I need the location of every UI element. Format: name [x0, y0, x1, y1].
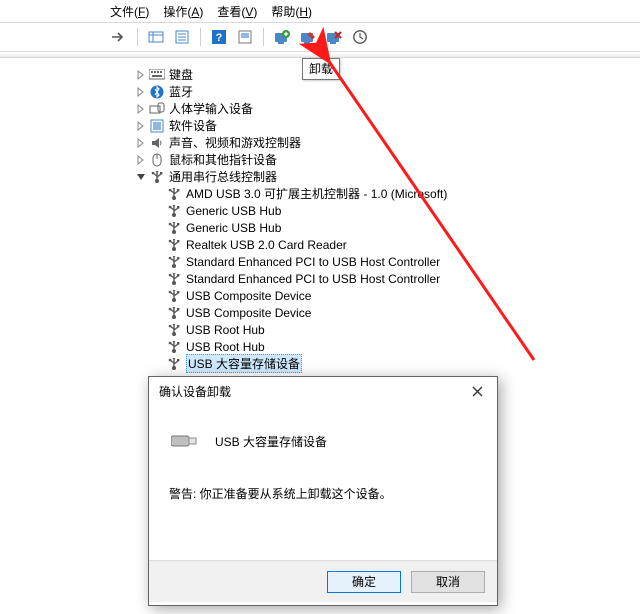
dialog-button-row: 确定 取消 — [149, 560, 497, 602]
usb-icon — [166, 271, 182, 287]
tree-item-usb-child[interactable]: Realtek USB 2.0 Card Reader — [0, 236, 640, 253]
usb-device-icon — [171, 431, 199, 451]
expand-icon[interactable] — [134, 119, 148, 133]
menu-action[interactable]: 操作(A) — [163, 3, 203, 20]
dialog-warning: 警告: 你正准备要从系统上卸载这个设备。 — [169, 485, 479, 502]
tree-item-usb-child[interactable]: USB Root Hub — [0, 338, 640, 355]
properties-icon[interactable] — [171, 26, 193, 48]
tree-item-bluetooth[interactable]: 蓝牙 — [0, 83, 640, 100]
usb-icon — [166, 339, 182, 355]
disable-device-icon[interactable] — [297, 26, 319, 48]
tree-item-hid[interactable]: 人体学输入设备 — [0, 100, 640, 117]
menu-help[interactable]: 帮助(H) — [271, 3, 312, 20]
tree-item-usb-child[interactable]: USB Composite Device — [0, 304, 640, 321]
tree-item-usb-child[interactable]: USB Composite Device — [0, 287, 640, 304]
uninstall-dialog: 确认设备卸载 USB 大容量存储设备 警告: 你正准备要从系统上卸载这个设备。 … — [148, 376, 498, 606]
tree-label: 声音、视频和游戏控制器 — [169, 134, 301, 151]
expand-icon[interactable] — [134, 136, 148, 150]
separator — [263, 28, 264, 46]
usb-icon — [166, 203, 182, 219]
tree-item-usb-child[interactable]: Standard Enhanced PCI to USB Host Contro… — [0, 270, 640, 287]
hid-icon — [149, 101, 165, 117]
tree-item-software[interactable]: 软件设备 — [0, 117, 640, 134]
expand-icon[interactable] — [134, 68, 148, 82]
usb-controller-icon — [149, 169, 165, 185]
dialog-device-name: USB 大容量存储设备 — [215, 433, 327, 450]
usb-icon — [166, 288, 182, 304]
software-icon — [149, 118, 165, 134]
tree-item-usb-child[interactable]: Generic USB Hub — [0, 219, 640, 236]
help-icon[interactable]: ? — [208, 26, 230, 48]
tree-label: 人体学输入设备 — [169, 100, 253, 117]
separator — [137, 28, 138, 46]
expand-icon[interactable] — [134, 102, 148, 116]
cancel-button[interactable]: 取消 — [411, 571, 485, 593]
tree-item-usb-controllers[interactable]: 通用串行总线控制器 — [0, 168, 640, 185]
tree-label: USB Composite Device — [186, 306, 311, 320]
scan-hardware-icon[interactable] — [349, 26, 371, 48]
tree-label: Realtek USB 2.0 Card Reader — [186, 238, 347, 252]
menubar: 文件(F) 操作(A) 查看(V) 帮助(H) — [0, 0, 640, 22]
tree-item-usb-child[interactable]: USB Root Hub — [0, 321, 640, 338]
toolbar: ? — [0, 22, 640, 52]
dialog-titlebar[interactable]: 确认设备卸载 — [149, 377, 497, 405]
menu-view[interactable]: 查看(V) — [217, 3, 257, 20]
usb-icon — [166, 305, 182, 321]
collapse-icon[interactable] — [134, 170, 148, 184]
speaker-icon — [149, 135, 165, 151]
uninstall-device-icon[interactable] — [323, 26, 345, 48]
tree-label: USB Composite Device — [186, 289, 311, 303]
usb-icon — [166, 220, 182, 236]
tree-item-keyboard[interactable]: 键盘 — [0, 66, 640, 83]
bluetooth-icon — [149, 84, 165, 100]
menu-file[interactable]: 文件(F) — [110, 3, 149, 20]
svg-text:?: ? — [216, 32, 223, 44]
tree-label: Standard Enhanced PCI to USB Host Contro… — [186, 255, 440, 269]
tree-label: Generic USB Hub — [186, 204, 281, 218]
tree-label: Standard Enhanced PCI to USB Host Contro… — [186, 272, 440, 286]
tree-label: 软件设备 — [169, 117, 217, 134]
usb-icon — [166, 254, 182, 270]
tree-item-usb-child[interactable]: Generic USB Hub — [0, 202, 640, 219]
tree-item-usb-child[interactable]: AMD USB 3.0 可扩展主机控制器 - 1.0 (Microsoft) — [0, 185, 640, 202]
device-icon[interactable] — [234, 26, 256, 48]
separator — [200, 28, 201, 46]
tree-label: Generic USB Hub — [186, 221, 281, 235]
keyboard-icon — [149, 67, 165, 83]
tree-label: USB 大容量存储设备 — [186, 354, 302, 373]
tree-label: AMD USB 3.0 可扩展主机控制器 - 1.0 (Microsoft) — [186, 185, 447, 202]
show-hidden-icon[interactable] — [145, 26, 167, 48]
tree-label: 蓝牙 — [169, 83, 193, 100]
tree-label: 通用串行总线控制器 — [169, 168, 277, 185]
mouse-icon — [149, 152, 165, 168]
tree-label: 鼠标和其他指针设备 — [169, 151, 277, 168]
close-icon[interactable] — [463, 381, 491, 401]
tree-item-mouse[interactable]: 鼠标和其他指针设备 — [0, 151, 640, 168]
usb-icon — [166, 356, 182, 372]
tree-label: USB Root Hub — [186, 340, 265, 354]
expand-icon[interactable] — [134, 85, 148, 99]
expand-icon[interactable] — [134, 153, 148, 167]
usb-icon — [166, 322, 182, 338]
ok-button[interactable]: 确定 — [327, 571, 401, 593]
update-driver-icon[interactable] — [271, 26, 293, 48]
forward-icon[interactable] — [108, 26, 130, 48]
tree-item-usb-child[interactable]: Standard Enhanced PCI to USB Host Contro… — [0, 253, 640, 270]
tree-label: USB Root Hub — [186, 323, 265, 337]
tree-item-sound[interactable]: 声音、视频和游戏控制器 — [0, 134, 640, 151]
dialog-body: USB 大容量存储设备 警告: 你正准备要从系统上卸载这个设备。 — [149, 405, 497, 502]
usb-icon — [166, 237, 182, 253]
tree-label: 键盘 — [169, 66, 193, 83]
dialog-title: 确认设备卸载 — [159, 383, 231, 400]
usb-icon — [166, 186, 182, 202]
tree-item-usb-child[interactable]: USB 大容量存储设备 — [0, 355, 640, 372]
